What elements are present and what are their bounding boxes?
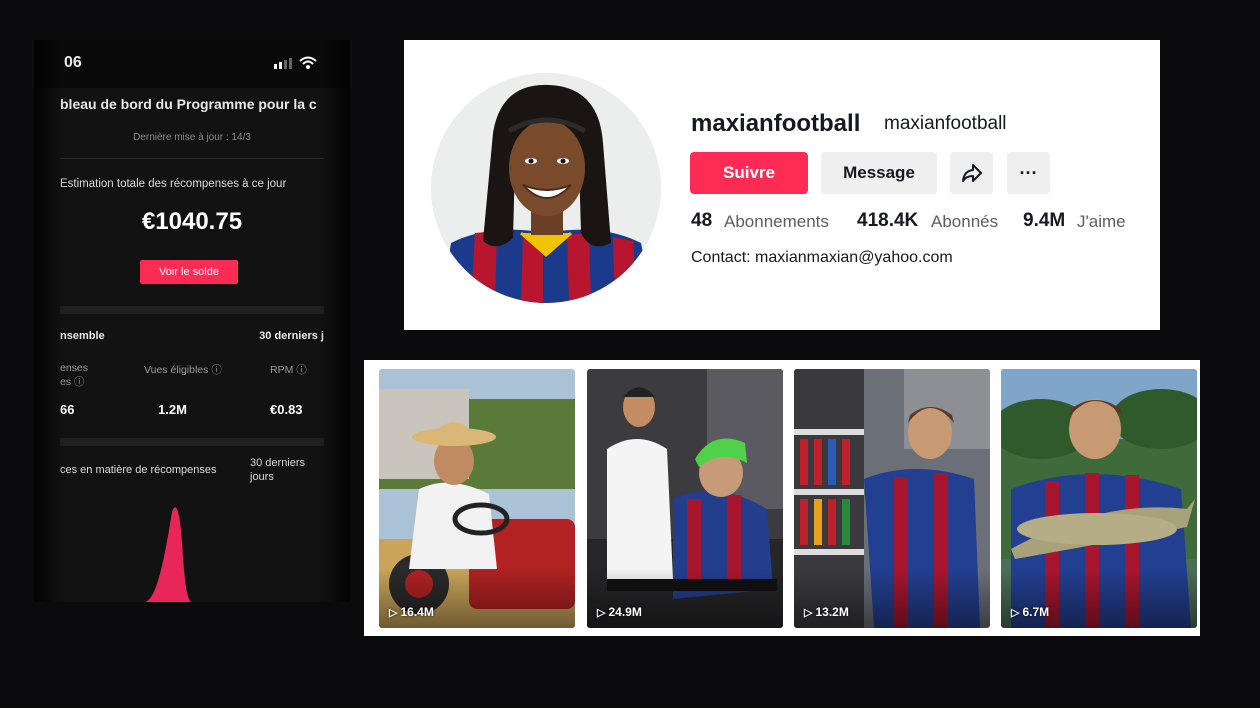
profile-avatar[interactable] xyxy=(431,73,661,303)
view-count: ▷ 16.4M xyxy=(389,605,434,619)
share-button[interactable] xyxy=(950,152,993,194)
estimate-amount: €1040.75 xyxy=(141,208,243,235)
play-icon: ▷ xyxy=(804,606,813,619)
eligible-views-label: Vues éligibles ⓘ xyxy=(144,364,222,376)
rpm-value: €0.83 xyxy=(270,402,303,417)
signal-wifi-icon xyxy=(274,56,320,73)
view-count: ▷ 6.7M xyxy=(1011,605,1049,619)
section-separator xyxy=(60,306,324,314)
divider xyxy=(60,158,324,159)
view-count-value: 16.4M xyxy=(400,605,434,619)
view-balance-button[interactable]: Voir le solde xyxy=(140,260,238,284)
thumbnail-shade xyxy=(1001,568,1197,628)
following-label: Abonnements xyxy=(724,212,829,231)
play-icon: ▷ xyxy=(389,606,398,619)
more-options-button[interactable]: ··· xyxy=(1007,152,1050,194)
thumbnail-shade xyxy=(587,568,783,628)
summary-period: 30 derniers j xyxy=(259,330,324,342)
likes-label: J'aime xyxy=(1077,212,1126,231)
last-update-text: Dernière mise à jour : 14/3 xyxy=(133,132,251,143)
video-grid: ▷ 16.4M ▷ 24.9M ▷ 13.2M ▷ 6.7M xyxy=(364,360,1200,636)
follow-button[interactable]: Suivre xyxy=(690,152,808,194)
section-separator xyxy=(60,438,324,446)
video-thumbnail[interactable]: ▷ 24.9M xyxy=(587,369,783,628)
rewards-value: 66 xyxy=(60,402,75,417)
share-icon xyxy=(961,164,982,182)
profile-username: maxianfootball xyxy=(691,110,861,137)
view-count-value: 24.9M xyxy=(608,605,642,619)
avatar-portrait-illustration xyxy=(431,73,661,303)
play-icon: ▷ xyxy=(597,606,606,619)
video-thumbnail[interactable]: ▷ 13.2M xyxy=(794,369,990,628)
estimate-label: Estimation totale des récompenses à ce j… xyxy=(60,178,287,190)
followers-label: Abonnés xyxy=(931,212,999,231)
summary-title: nsemble xyxy=(60,330,105,342)
creator-rewards-phone-screenshot: 06 bleau de bord du Programme pour la c … xyxy=(34,40,350,602)
profile-nickname: maxianfootball xyxy=(884,113,1007,134)
rewards-chart-spike xyxy=(144,507,192,602)
message-button[interactable]: Message xyxy=(821,152,937,194)
program-dashboard-title: bleau de bord du Programme pour la c xyxy=(60,96,317,112)
tiktok-profile-header: maxianfootball maxianfootball Suivre Mes… xyxy=(404,40,1160,330)
following-count: 48 xyxy=(691,210,713,231)
video-thumbnail[interactable]: ▷ 16.4M xyxy=(379,369,575,628)
rewards-performance-title: ces en matière de récompenses xyxy=(60,464,217,476)
view-count: ▷ 13.2M xyxy=(804,605,849,619)
rpm-label: RPM ⓘ xyxy=(270,364,307,376)
eligible-views-value: 1.2M xyxy=(158,402,187,417)
likes-count: 9.4M xyxy=(1023,210,1066,231)
video-thumbnail[interactable]: ▷ 6.7M xyxy=(1001,369,1197,628)
view-count-value: 6.7M xyxy=(1022,605,1050,619)
status-time: 06 xyxy=(64,54,82,71)
rewards-performance-period: 30 derniers jours xyxy=(250,457,306,484)
thumbnail-shade xyxy=(794,568,990,628)
profile-bio-contact: Contact: maxianmaxian@yahoo.com xyxy=(691,249,953,266)
more-icon: ··· xyxy=(1019,162,1038,183)
phone-status-bar: 06 xyxy=(34,40,350,88)
play-icon: ▷ xyxy=(1011,606,1020,619)
followers-count: 418.4K xyxy=(857,210,919,231)
thumbnail-shade xyxy=(379,568,575,628)
rewards-column-label: enses es ⓘ xyxy=(60,362,89,388)
view-count-value: 13.2M xyxy=(815,605,849,619)
view-count: ▷ 24.9M xyxy=(597,605,642,619)
